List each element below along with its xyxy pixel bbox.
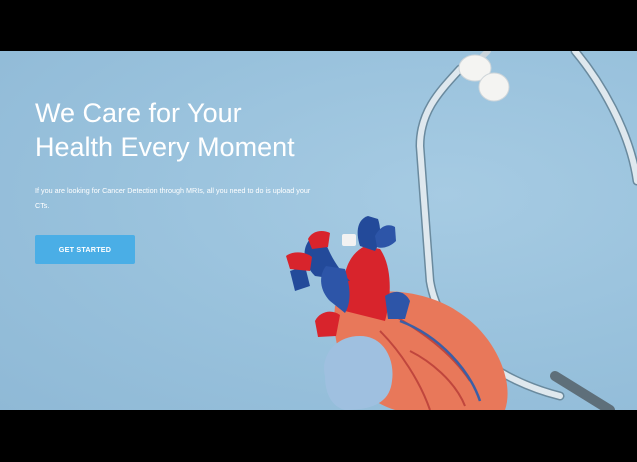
get-started-button[interactable]: GET STARTED [35,235,135,264]
hero-banner: We Care for Your Health Every Moment If … [0,51,637,410]
headline-line-1: We Care for Your [35,98,242,128]
headline-line-2: Health Every Moment [35,132,295,162]
hero-headline: We Care for Your Health Every Moment [35,96,335,164]
heart-model-image [286,216,508,410]
hero-subtext: If you are looking for Cancer Detection … [35,186,311,210]
